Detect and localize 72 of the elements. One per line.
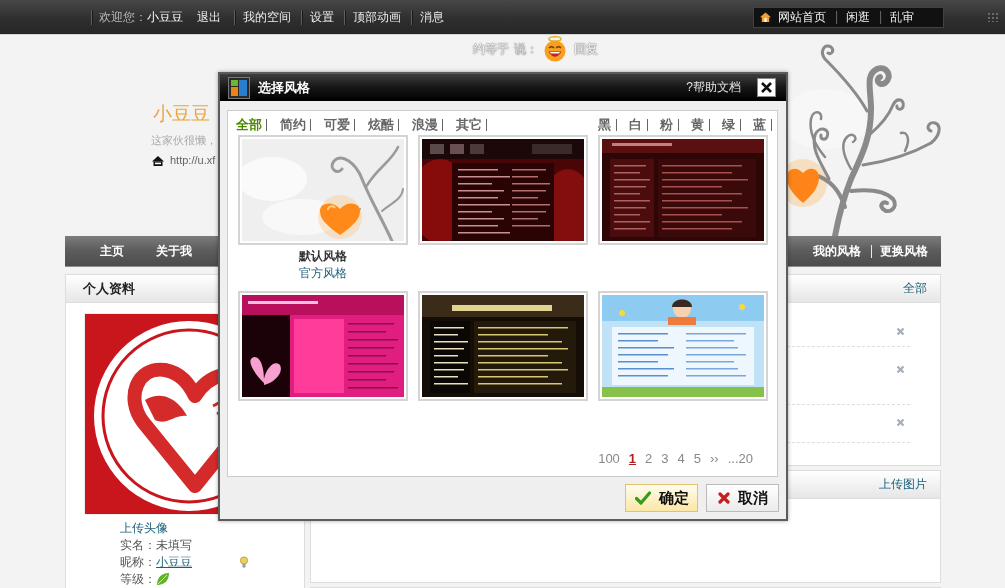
quick-link[interactable]: 网站首页 [760, 10, 826, 24]
top-nav-link[interactable]: 消息 [420, 10, 444, 24]
category-filter[interactable]: 其它 [456, 118, 482, 131]
home-icon [760, 12, 771, 22]
color-filter[interactable]: 粉 [660, 118, 673, 131]
profile-name: 小豆豆 [153, 103, 210, 125]
page-link[interactable]: 3 [661, 451, 669, 466]
theme-name: 默认风格 [299, 249, 347, 263]
nav-tab[interactable]: 主页 [100, 242, 124, 260]
panel-title: 个人资料 [83, 279, 135, 298]
cancel-button[interactable]: 取消 [706, 484, 779, 512]
nickname-link[interactable]: 小豆豆 [156, 554, 192, 569]
username-link[interactable]: 小豆豆 [147, 10, 183, 24]
theme-preview-drawing[interactable] [418, 291, 588, 401]
delete-icon[interactable] [896, 365, 905, 374]
quick-link[interactable]: 闲逛 [846, 10, 870, 24]
delete-icon[interactable] [896, 327, 905, 336]
profile-url-link[interactable]: http://u.xf [170, 154, 216, 167]
theme-preview-drawing[interactable] [598, 135, 768, 245]
top-nav-link[interactable]: 我的空间 [243, 10, 291, 24]
logout-link[interactable]: 退出 [197, 10, 221, 24]
category-filter[interactable]: 浪漫 [412, 118, 438, 131]
quick-link[interactable]: 乱审 [890, 10, 914, 24]
theme-source-link[interactable]: 官方风格 [299, 266, 347, 280]
panel-action-link[interactable]: 全部 [903, 280, 927, 297]
color-filter[interactable]: 黄 [691, 118, 704, 131]
page-link[interactable]: 4 [677, 451, 685, 466]
last-page-link[interactable]: ...20 [727, 451, 753, 466]
upload-avatar-link[interactable]: 上传头像 [120, 520, 168, 535]
next-page-link[interactable]: ›› [710, 451, 719, 466]
reply-link[interactable]: 回复 [574, 40, 598, 58]
page-link[interactable]: 1 [628, 451, 637, 466]
category-filter[interactable]: 可爱 [324, 118, 350, 131]
color-filter[interactable]: 绿 [722, 118, 735, 131]
page-link[interactable]: 2 [645, 451, 653, 466]
home-icon [152, 155, 164, 166]
lightbulb-icon [240, 555, 248, 568]
field-value: 未填写 [156, 537, 192, 552]
close-icon [760, 81, 773, 94]
cross-icon [717, 492, 730, 504]
laughing-face-icon [544, 36, 566, 62]
confirm-button[interactable]: 确定 [625, 484, 698, 512]
delete-icon[interactable] [896, 418, 905, 427]
style-link[interactable]: 更换风格 [880, 242, 928, 260]
category-filter[interactable]: 简约 [280, 118, 306, 131]
check-icon [634, 491, 651, 505]
grip-icon[interactable] [987, 12, 998, 22]
leaf-icon [156, 571, 170, 586]
marquee-text: 说： [514, 40, 538, 58]
color-filter[interactable]: 蓝 [753, 118, 766, 131]
theme-preview-drawing[interactable] [418, 135, 588, 245]
theme-preview-drawing[interactable] [238, 291, 408, 401]
profile-bio: 这家伙很懒， [151, 134, 217, 147]
field-label: 实名： [120, 537, 156, 552]
nav-tab[interactable]: 关于我 [156, 242, 192, 260]
category-filter[interactable]: 炫酷 [368, 118, 394, 131]
panel-action-link[interactable]: 上传图片 [879, 476, 927, 493]
style-link[interactable]: 我的风格 [813, 242, 861, 260]
page-link[interactable]: 5 [693, 451, 702, 466]
category-filter[interactable]: 全部 [236, 118, 262, 131]
top-nav-link[interactable]: 设置 [310, 10, 334, 24]
close-button[interactable] [757, 78, 776, 97]
total-count: 100 [598, 451, 620, 466]
color-filter[interactable]: 白 [629, 118, 642, 131]
dialog-title: 选择风格 [258, 78, 310, 97]
field-label: 等级： [120, 571, 156, 586]
color-filter[interactable]: 黑 [598, 118, 611, 131]
field-label: 昵称： [120, 554, 156, 569]
top-nav-link[interactable]: 顶部动画 [353, 10, 401, 24]
welcome-label: 欢迎您： [99, 10, 147, 24]
palette-grid-icon [228, 76, 250, 99]
help-link[interactable]: ?帮助文档 [686, 79, 741, 96]
